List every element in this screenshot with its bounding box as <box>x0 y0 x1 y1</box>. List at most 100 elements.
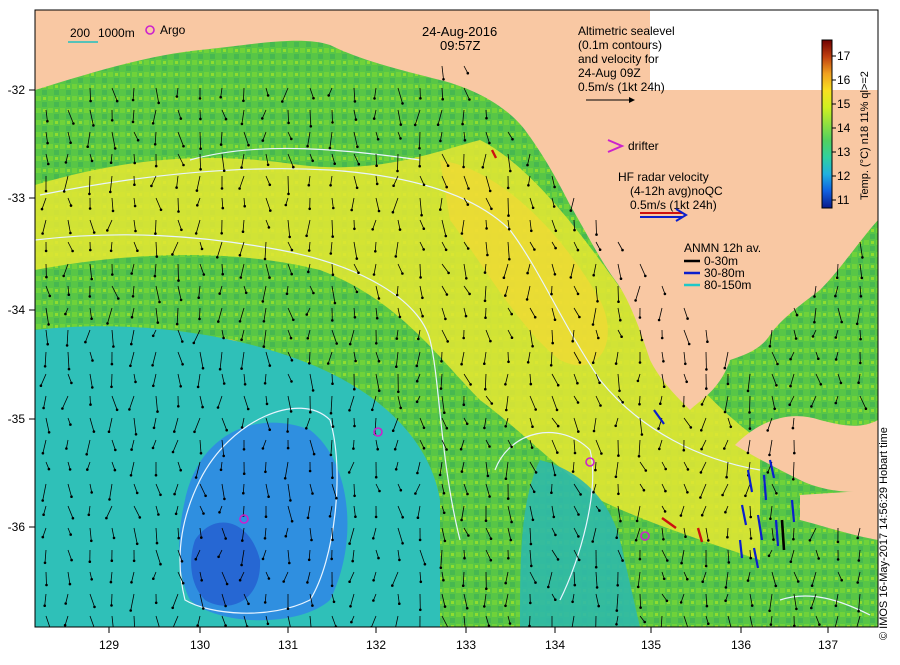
altimetric-line: (0.1m contours) <box>578 38 662 52</box>
velocity-arrow-head <box>92 124 95 127</box>
velocity-arrow-head <box>445 235 448 238</box>
velocity-arrow-head <box>175 513 178 516</box>
velocity-arrow-head <box>637 380 640 383</box>
velocity-arrow-head <box>284 477 287 480</box>
velocity-arrow-head <box>439 140 442 143</box>
velocity-arrow-head <box>644 275 647 278</box>
velocity-arrow-head <box>530 230 533 233</box>
velocity-arrow-head <box>349 343 352 346</box>
velocity-arrow-head <box>89 207 92 210</box>
velocity-arrow-head <box>747 579 750 582</box>
velocity-arrow-head <box>247 603 250 606</box>
velocity-arrow-head <box>106 322 109 325</box>
velocity-arrow <box>178 264 179 281</box>
velocity-arrow-head <box>507 497 510 500</box>
velocity-arrow-head <box>465 315 468 318</box>
velocity-arrow-head <box>264 258 267 261</box>
velocity-arrow-head <box>134 630 137 633</box>
velocity-arrow-head <box>269 184 272 187</box>
velocity-arrow-head <box>856 537 859 540</box>
velocity-arrow-head <box>530 383 533 386</box>
velocity-arrow-head <box>789 358 792 361</box>
velocity-arrow-head <box>531 425 534 428</box>
velocity-arrow-head <box>834 628 837 631</box>
velocity-arrow-head <box>203 273 206 276</box>
velocity-arrow-head <box>749 427 752 430</box>
velocity-arrow-head <box>116 100 119 103</box>
velocity-arrow-head <box>467 72 470 75</box>
velocity-arrow-head <box>392 184 395 187</box>
velocity-arrow-head <box>484 300 487 303</box>
velocity-arrow-head <box>421 297 424 300</box>
velocity-arrow-head <box>378 490 381 493</box>
velocity-arrow-head <box>462 166 465 169</box>
velocity-arrow-head <box>505 477 508 480</box>
velocity-arrow-head <box>684 535 687 538</box>
velocity-arrow-head <box>333 162 336 165</box>
velocity-arrow-head <box>573 229 576 232</box>
velocity-arrow-head <box>638 455 641 458</box>
velocity-arrow-head <box>151 364 154 367</box>
velocity-arrow-head <box>422 248 425 251</box>
velocity-arrow-head <box>840 579 843 582</box>
velocity-arrow-head <box>72 122 75 125</box>
velocity-arrow-head <box>796 314 799 317</box>
velocity-arrow-head <box>329 147 332 150</box>
velocity-arrow-head <box>727 383 730 386</box>
velocity-arrow-head <box>65 447 68 450</box>
velocity-arrow-head <box>70 495 73 498</box>
velocity-arrow-head <box>859 338 862 341</box>
velocity-arrow-head <box>447 272 450 275</box>
velocity-arrow-head <box>332 207 335 210</box>
velocity-arrow-head <box>599 248 602 251</box>
velocity-arrow-head <box>507 187 510 190</box>
velocity-arrow-head <box>180 117 183 120</box>
velocity-arrow-head <box>331 235 334 238</box>
velocity-arrow-head <box>358 163 361 166</box>
velocity-arrow-head <box>526 164 529 167</box>
velocity-arrow-head <box>688 343 691 346</box>
velocity-arrow-head <box>657 427 660 430</box>
velocity-arrow-head <box>356 187 359 190</box>
depth-label-200: 200 <box>70 26 90 40</box>
velocity-arrow-head <box>571 601 574 604</box>
velocity-arrow-head <box>744 495 747 498</box>
velocity-arrow-head <box>312 97 315 100</box>
velocity-arrow-head <box>551 633 554 636</box>
velocity-arrow-head <box>241 123 244 126</box>
velocity-arrow-head <box>593 430 596 433</box>
velocity-arrow-head <box>199 97 202 100</box>
velocity-arrow-head <box>490 208 493 211</box>
velocity-arrow <box>530 616 531 626</box>
velocity-arrow-head <box>350 209 353 212</box>
velocity-arrow-head <box>332 425 335 428</box>
velocity-arrow-head <box>620 335 623 338</box>
velocity-arrow-head <box>419 631 422 634</box>
velocity-arrow-head <box>461 232 464 235</box>
velocity-arrow-head <box>157 102 160 105</box>
velocity-arrow-head <box>856 581 859 584</box>
velocity-arrow-head <box>312 389 315 392</box>
velocity-arrow-head <box>504 605 507 608</box>
altimetric-title: Altimetric sealevel <box>578 24 675 38</box>
velocity-arrow-head <box>173 493 176 496</box>
velocity-arrow-head <box>662 360 665 363</box>
velocity-arrow-head <box>375 476 378 479</box>
velocity-arrow-head <box>156 255 159 258</box>
velocity-arrow-head <box>615 623 618 626</box>
velocity-arrow-head <box>810 607 813 610</box>
x-tick-label: 133 <box>456 638 476 652</box>
velocity-arrow-head <box>175 186 178 189</box>
x-tick-label: 136 <box>731 638 751 652</box>
velocity-arrow-head <box>217 320 220 323</box>
velocity-arrow-head <box>485 227 488 230</box>
velocity-arrow-head <box>195 558 198 561</box>
velocity-arrow-head <box>154 275 157 278</box>
velocity-arrow-head <box>417 516 420 519</box>
velocity-arrow-head <box>64 624 67 627</box>
velocity-arrow-head <box>577 401 580 404</box>
velocity-arrow-head <box>291 359 294 362</box>
velocity-arrow-head <box>311 492 314 495</box>
colorbar-tick: 15 <box>837 97 851 111</box>
velocity-arrow-head <box>730 426 733 429</box>
